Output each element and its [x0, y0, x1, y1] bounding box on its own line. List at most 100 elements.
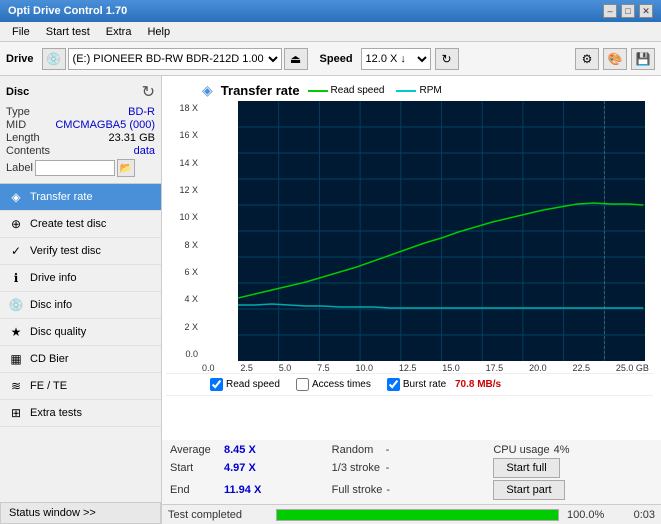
start-full-button[interactable]: Start full [493, 458, 559, 478]
status-window-label: Status window >> [9, 507, 96, 519]
disc-type-row: Type BD-R [6, 106, 155, 118]
nav-verify-test-disc[interactable]: ✓ Verify test disc [0, 238, 161, 265]
random-label: Random [332, 444, 382, 456]
end-row: End 11.94 X [170, 480, 330, 500]
refresh-button[interactable]: ↻ [435, 48, 459, 70]
transfer-rate-icon: ◈ [8, 189, 24, 205]
x-label-0: 0.0 [202, 363, 215, 373]
end-label: End [170, 484, 220, 496]
burst-rate-check-label: Burst rate [403, 379, 446, 390]
nav-drive-info[interactable]: ℹ Drive info [0, 265, 161, 292]
y-label-8: 8 X [166, 240, 198, 250]
nav-transfer-rate[interactable]: ◈ Transfer rate [0, 184, 161, 211]
start-full-row: Start full [493, 458, 653, 478]
read-speed-check-label: Read speed [226, 379, 280, 390]
speed-dropdown[interactable]: 12.0 X ↓ [361, 48, 431, 70]
average-label: Average [170, 444, 220, 456]
status-window-button[interactable]: Status window >> [0, 502, 161, 524]
x-label-20: 20.0 [529, 363, 547, 373]
y-label-18: 18 X [166, 103, 198, 113]
legend-rpm: RPM [396, 85, 441, 96]
random-value: - [386, 444, 390, 456]
access-times-checkbox[interactable] [296, 378, 309, 391]
read-speed-color-swatch [308, 90, 328, 92]
rpm-color-swatch [396, 90, 416, 92]
x-label-7-5: 7.5 [317, 363, 330, 373]
disc-quality-icon: ★ [8, 324, 24, 340]
read-speed-check[interactable]: Read speed [210, 378, 280, 391]
disc-label-input[interactable] [35, 160, 115, 176]
nav-create-test-disc[interactable]: ⊕ Create test disc [0, 211, 161, 238]
cpu-usage-label: CPU usage [493, 444, 549, 456]
start-part-row: Start part [493, 480, 653, 500]
x-label-2-5: 2.5 [240, 363, 253, 373]
eject-button[interactable]: ⏏ [284, 48, 308, 70]
progress-bar-container [276, 509, 559, 521]
nav-items: ◈ Transfer rate ⊕ Create test disc ✓ Ver… [0, 184, 161, 427]
time-display: 0:03 [615, 509, 655, 521]
disc-panel: Disc ↻ Type BD-R MID CMCMAGBA5 (000) Len… [0, 76, 161, 184]
menu-help[interactable]: Help [139, 24, 178, 40]
disc-info-icon: 💿 [8, 297, 24, 313]
app-title: Opti Drive Control 1.70 [8, 5, 127, 17]
nav-fe-te-label: FE / TE [30, 380, 67, 392]
disc-label-browse-button[interactable]: 📂 [117, 159, 135, 177]
nav-fe-te[interactable]: ≋ FE / TE [0, 373, 161, 400]
nav-disc-quality[interactable]: ★ Disc quality [0, 319, 161, 346]
nav-cd-bier[interactable]: ▦ CD Bier [0, 346, 161, 373]
start-part-button[interactable]: Start part [493, 480, 564, 500]
settings-button[interactable]: ⚙ [575, 48, 599, 70]
start-label: Start [170, 462, 220, 474]
cpu-usage-value: 4% [554, 444, 570, 456]
disc-type-value: BD-R [128, 106, 155, 118]
burst-rate-checkbox[interactable] [387, 378, 400, 391]
menu-file[interactable]: File [4, 24, 38, 40]
menu-extra[interactable]: Extra [98, 24, 140, 40]
x-label-25: 25.0 GB [616, 363, 649, 373]
minimize-button[interactable]: – [603, 4, 617, 18]
chart-legend: Read speed RPM [308, 85, 442, 96]
close-button[interactable]: ✕ [639, 4, 653, 18]
disc-mid-value: CMCMAGBA5 (000) [55, 119, 155, 131]
x-axis: 0.0 2.5 5.0 7.5 10.0 12.5 15.0 17.5 20.0… [202, 361, 649, 373]
y-label-6: 6 X [166, 267, 198, 277]
drive-toolbar: Drive 💿 (E:) PIONEER BD-RW BDR-212D 1.00… [0, 42, 661, 76]
nav-disc-info[interactable]: 💿 Disc info [0, 292, 161, 319]
stroke-row: 1/3 stroke - [332, 458, 492, 478]
nav-extra-tests[interactable]: ⊞ Extra tests [0, 400, 161, 427]
y-label-14: 14 X [166, 158, 198, 168]
legend-read-speed: Read speed [308, 85, 385, 96]
read-speed-checkbox[interactable] [210, 378, 223, 391]
y-label-16: 16 X [166, 130, 198, 140]
nav-verify-test-disc-label: Verify test disc [30, 245, 101, 257]
disc-mid-row: MID CMCMAGBA5 (000) [6, 119, 155, 131]
x-label-5: 5.0 [279, 363, 292, 373]
window-controls: – □ ✕ [603, 4, 653, 18]
drive-info-icon: ℹ [8, 270, 24, 286]
x-label-22-5: 22.5 [572, 363, 590, 373]
disc-label-label: Label [6, 162, 33, 174]
burst-rate-check[interactable]: Burst rate 70.8 MB/s [387, 378, 501, 391]
disc-refresh-icon[interactable]: ↻ [142, 82, 155, 102]
y-label-2: 2 X [166, 322, 198, 332]
save-button[interactable]: 💾 [631, 48, 655, 70]
full-stroke-row: Full stroke - [332, 480, 492, 500]
maximize-button[interactable]: □ [621, 4, 635, 18]
speed-label: Speed [320, 53, 353, 65]
disc-contents-label: Contents [6, 145, 50, 157]
theme-button[interactable]: 🎨 [603, 48, 627, 70]
status-bar: Test completed 100.0% 0:03 [162, 504, 661, 524]
disc-length-label: Length [6, 132, 40, 144]
nav-disc-quality-label: Disc quality [30, 326, 86, 338]
access-times-check[interactable]: Access times [296, 378, 371, 391]
drive-dropdown[interactable]: (E:) PIONEER BD-RW BDR-212D 1.00 [68, 48, 282, 70]
menu-start-test[interactable]: Start test [38, 24, 98, 40]
disc-mid-label: MID [6, 119, 26, 131]
stroke-value: - [386, 462, 390, 474]
drive-icon: 💿 [42, 48, 66, 70]
chart-area [238, 101, 645, 361]
disc-contents-value: data [134, 145, 155, 157]
nav-create-test-disc-label: Create test disc [30, 218, 106, 230]
average-value: 8.45 X [224, 444, 256, 456]
cd-bier-icon: ▦ [8, 351, 24, 367]
